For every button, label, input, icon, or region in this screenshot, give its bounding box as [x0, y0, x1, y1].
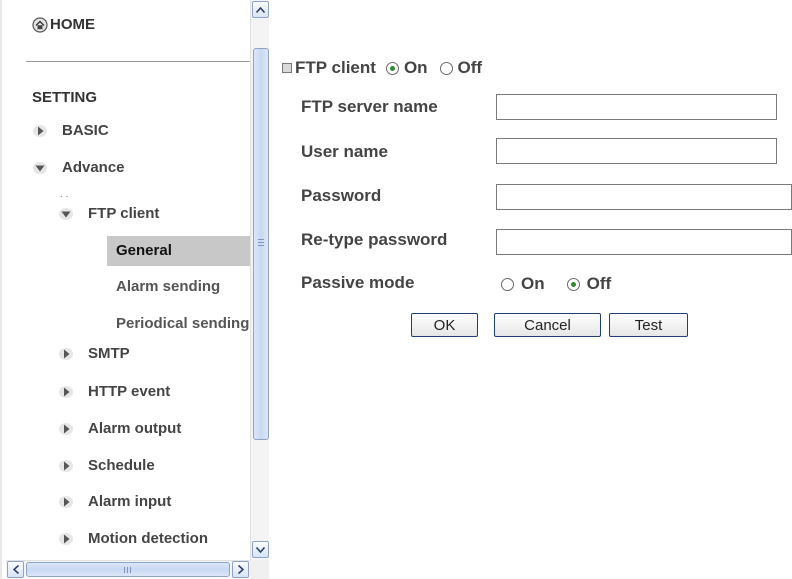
- triangle-down-icon: [59, 207, 73, 220]
- ftp-server-name-label: FTP server name: [301, 97, 438, 116]
- nav-item-label: Advance: [62, 159, 125, 176]
- nav-horizontal-scrollbar[interactable]: [6, 560, 250, 578]
- retype-password-input[interactable]: [496, 229, 792, 255]
- square-bullet-icon: [282, 63, 292, 73]
- user-name-label: User name: [301, 142, 388, 161]
- home-label: HOME: [50, 16, 95, 33]
- nav-item-http-event[interactable]: HTTP event: [58, 383, 170, 400]
- passive-mode-off-radio[interactable]: [566, 277, 580, 291]
- home-link[interactable]: HOME: [32, 16, 95, 33]
- grip-line: [130, 567, 131, 573]
- chevron-left-icon: [12, 565, 19, 574]
- scroll-left-button[interactable]: [7, 561, 24, 578]
- ftp-client-row: FTP client On Off: [282, 58, 482, 78]
- grip-line: [258, 239, 264, 240]
- triangle-right-icon: [33, 124, 47, 137]
- nav-item-label: HTTP event: [88, 383, 171, 400]
- grip-line: [124, 567, 125, 573]
- nav-item-label: Schedule: [88, 457, 155, 474]
- ftp-client-off-label: Off: [457, 58, 483, 77]
- retype-password-label: Re-type password: [301, 230, 448, 249]
- nav-item-label: Alarm output: [88, 420, 182, 437]
- password-label: Password: [301, 186, 382, 205]
- ftp-general-panel: FTP client On Off FTP server name User n…: [270, 0, 792, 579]
- triangle-down-icon: [33, 161, 47, 174]
- grip-line: [258, 245, 264, 246]
- passive-mode-on-label: On: [521, 274, 545, 293]
- triangle-right-icon: [59, 422, 73, 435]
- ftp-client-on-radio[interactable]: [385, 61, 399, 75]
- nav-item-label: BASIC: [62, 122, 109, 139]
- passive-mode-off-label: Off: [586, 274, 612, 293]
- test-button[interactable]: Test: [609, 313, 688, 337]
- nav-item-schedule[interactable]: Schedule: [58, 457, 155, 474]
- grip-line: [258, 242, 264, 243]
- nav-subitem-periodical-sending[interactable]: Periodical sending: [107, 309, 250, 339]
- nav-item-motion-detection[interactable]: Motion detection: [58, 530, 208, 547]
- scroll-down-button[interactable]: [252, 541, 269, 558]
- nav-item-label: Motion detection: [88, 530, 208, 547]
- passive-mode-options: On Off: [501, 274, 611, 294]
- scrollbar-corner: [250, 560, 269, 579]
- nav-item-label: Alarm input: [88, 493, 172, 510]
- nav-item-alarm-input[interactable]: Alarm input: [58, 493, 171, 510]
- triangle-right-icon: [59, 532, 73, 545]
- nav-item-label: SMTP: [88, 345, 130, 362]
- ftp-client-label: FTP client: [295, 58, 376, 77]
- grip-line: [127, 567, 128, 573]
- user-name-input[interactable]: [496, 138, 777, 164]
- home-icon: [32, 16, 48, 33]
- triangle-right-icon: [59, 347, 73, 360]
- scroll-thumb[interactable]: [253, 48, 269, 440]
- nav-frame: HOME SETTING BASIC Advance . . FTP clien…: [0, 0, 270, 579]
- tree-connector: . .: [60, 189, 69, 200]
- passive-mode-on-radio[interactable]: [501, 277, 514, 291]
- triangle-right-icon: [59, 459, 73, 472]
- ftp-client-off-radio[interactable]: [439, 61, 453, 75]
- ftp-server-name-input[interactable]: [496, 94, 777, 120]
- nav-item-smtp[interactable]: SMTP: [58, 345, 130, 362]
- chevron-down-icon: [256, 546, 265, 553]
- scroll-up-button[interactable]: [252, 1, 269, 18]
- scroll-right-button[interactable]: [232, 561, 249, 578]
- nav-vertical-scrollbar[interactable]: [250, 0, 269, 560]
- nav-item-basic[interactable]: BASIC: [32, 122, 109, 139]
- ok-button[interactable]: OK: [411, 313, 478, 337]
- nav-item-label: FTP client: [88, 205, 160, 222]
- password-input[interactable]: [496, 184, 792, 210]
- chevron-right-icon: [237, 565, 244, 574]
- nav-divider: [26, 61, 250, 62]
- chevron-up-icon: [256, 6, 265, 13]
- nav-subitem-general[interactable]: General: [107, 236, 250, 266]
- triangle-right-icon: [59, 385, 73, 398]
- passive-mode-label: Passive mode: [301, 273, 415, 292]
- scroll-thumb-horizontal[interactable]: [26, 562, 230, 577]
- setting-heading: SETTING: [32, 89, 98, 106]
- triangle-right-icon: [59, 495, 73, 508]
- nav-item-ftp-client[interactable]: FTP client: [58, 205, 159, 222]
- ftp-client-on-label: On: [403, 58, 428, 77]
- nav-item-advance[interactable]: Advance: [32, 159, 125, 176]
- nav-tree: HOME SETTING BASIC Advance . . FTP clien…: [2, 0, 250, 560]
- nav-item-alarm-output[interactable]: Alarm output: [58, 420, 181, 437]
- cancel-button[interactable]: Cancel: [494, 313, 601, 337]
- nav-subitem-alarm-sending[interactable]: Alarm sending: [107, 272, 250, 302]
